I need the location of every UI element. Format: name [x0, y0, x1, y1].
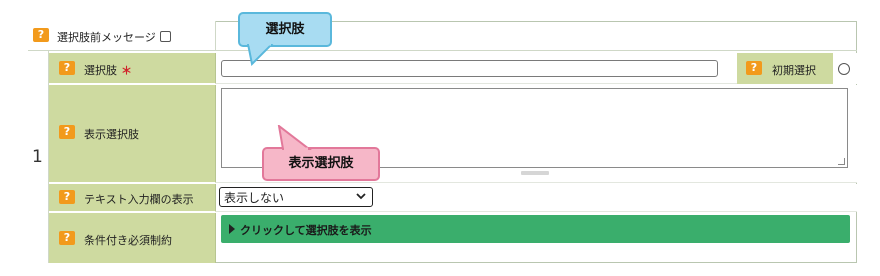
row-number: 1 — [32, 147, 43, 167]
chevron-down-icon — [356, 193, 366, 200]
callout-tail — [277, 125, 312, 150]
display-choice-label: 表示選択肢 — [84, 128, 139, 141]
conditional-required-label: 条件付き必須制約 — [84, 234, 172, 247]
text-input-display-label: テキスト入力欄の表示 — [84, 193, 194, 206]
pre-message-label: 選択肢前メッセージ — [57, 31, 156, 44]
show-choices-button[interactable]: クリックして選択肢を表示 — [221, 215, 850, 243]
help-icon[interactable]: ? — [59, 61, 75, 75]
select-value: 表示しない — [224, 191, 285, 205]
help-icon[interactable]: ? — [33, 28, 49, 42]
choice-callout: 選択肢 — [238, 12, 332, 47]
choice-input[interactable] — [221, 60, 718, 77]
show-choices-button-label: クリックして選択肢を表示 — [240, 224, 372, 237]
play-triangle-icon — [229, 224, 235, 234]
resize-handle-icon[interactable] — [838, 158, 845, 165]
required-mark: ＊ — [121, 64, 132, 77]
callout-tail — [246, 44, 274, 66]
initial-select-label: 初期選択 — [772, 64, 816, 77]
text-input-display-select[interactable]: 表示しない — [219, 187, 373, 207]
initial-select-radio[interactable] — [838, 63, 850, 75]
help-icon[interactable]: ? — [746, 61, 762, 75]
drag-handle[interactable] — [521, 171, 549, 175]
choice-label: 選択肢 ＊ — [84, 62, 132, 78]
choice-label-text: 選択肢 — [84, 64, 117, 77]
help-icon[interactable]: ? — [59, 125, 75, 139]
row-number-cell: 1 — [28, 51, 49, 263]
pre-message-checkbox[interactable] — [160, 31, 171, 42]
help-icon[interactable]: ? — [59, 231, 75, 245]
help-icon[interactable]: ? — [59, 190, 75, 204]
display-choice-callout: 表示選択肢 — [262, 147, 380, 181]
